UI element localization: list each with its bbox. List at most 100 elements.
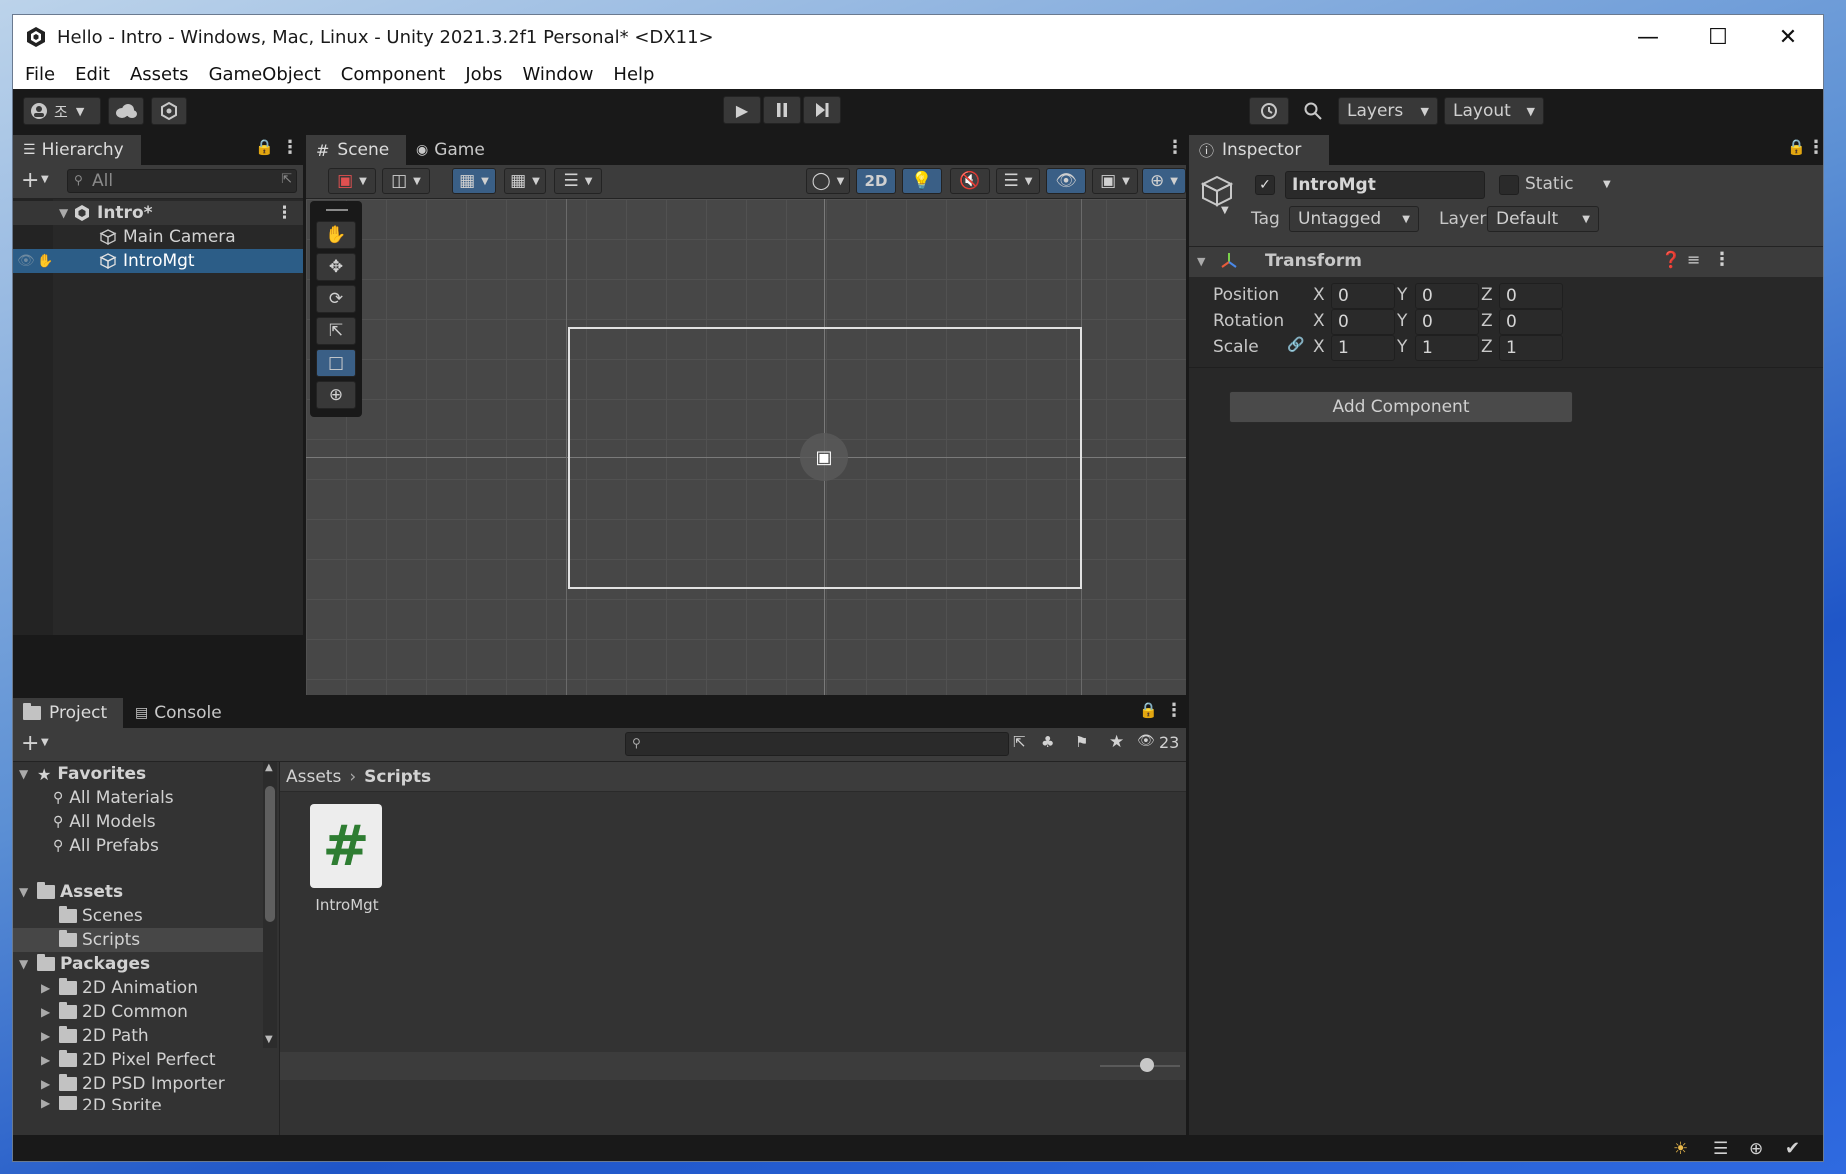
chevron-down-icon[interactable]: ▼	[41, 737, 49, 748]
camera-gizmo-icon[interactable]: ▣	[800, 433, 848, 481]
rotation-z-field[interactable]: 0	[1499, 309, 1563, 335]
scene-viewport[interactable]: ▣ ✋ ✥ ⟳ ⇱ □ ⊕	[306, 199, 1186, 695]
layers-dropdown[interactable]: Layers ▼	[1338, 97, 1438, 125]
collapse-arrow-icon[interactable]: ▶	[41, 1029, 55, 1043]
tab-game[interactable]: ◉ Game	[406, 135, 506, 165]
collapse-arrow-icon[interactable]: ▶	[41, 981, 55, 995]
minimize-button[interactable]: —	[1613, 15, 1683, 59]
gizmos-dropdown[interactable]: ⊕ ▼	[1142, 168, 1186, 194]
axis-y-label[interactable]: Y	[1397, 311, 1407, 331]
increment-snap-dropdown[interactable]: ☰ ▼	[554, 168, 602, 194]
tree-item-scripts[interactable]: Scripts	[13, 928, 263, 952]
collab-button[interactable]	[151, 97, 187, 125]
chevron-down-icon[interactable]: ▼	[1221, 205, 1229, 216]
more-options-icon[interactable]: ⋮	[1166, 137, 1184, 158]
hidden-packages-eye-icon[interactable]: 👁	[1137, 733, 1155, 749]
rotation-y-field[interactable]: 0	[1415, 309, 1479, 335]
tree-package-item[interactable]: ▶ 2D Path	[13, 1024, 263, 1048]
add-icon[interactable]: +	[21, 168, 39, 193]
scale-x-field[interactable]: 1	[1331, 335, 1395, 361]
close-button[interactable]: ✕	[1753, 15, 1823, 59]
scale-y-field[interactable]: 1	[1415, 335, 1479, 361]
layout-dropdown[interactable]: Layout ▼	[1444, 97, 1544, 125]
tree-package-item[interactable]: ▶ 2D Pixel Perfect	[13, 1048, 263, 1072]
project-search-input[interactable]: ⚲	[625, 732, 1009, 756]
chevron-down-icon[interactable]: ▼	[41, 174, 49, 185]
tree-item-all-models[interactable]: ⚲ All Models	[13, 810, 263, 834]
auto-generate-lighting-icon[interactable]: ☀	[1673, 1139, 1688, 1159]
axis-y-label[interactable]: Y	[1397, 337, 1407, 357]
object-name-input[interactable]: IntroMgt	[1285, 171, 1485, 199]
menu-assets[interactable]: Assets	[130, 64, 189, 85]
cache-server-icon[interactable]: ☰	[1713, 1139, 1728, 1159]
transform-tool-button[interactable]: ⊕	[316, 381, 356, 409]
menu-edit[interactable]: Edit	[75, 64, 110, 85]
constrain-proportions-link-icon[interactable]: 🔗	[1287, 337, 1304, 353]
network-icon[interactable]: ⊕	[1749, 1139, 1763, 1159]
tree-item-scenes[interactable]: Scenes	[13, 904, 263, 928]
scrollbar-thumb[interactable]	[265, 786, 275, 922]
transform-component-header[interactable]: ▼ Transform ❓ ≡ ⋮	[1189, 247, 1823, 277]
axis-z-label[interactable]: Z	[1481, 311, 1493, 331]
expand-arrow-icon[interactable]: ▼	[19, 767, 33, 781]
more-options-icon[interactable]: ⋮	[1807, 137, 1823, 158]
step-button[interactable]	[803, 96, 841, 124]
favorite-star-icon[interactable]: ★	[1109, 732, 1124, 752]
scale-z-field[interactable]: 1	[1499, 335, 1563, 361]
add-component-button[interactable]: Add Component	[1229, 391, 1573, 423]
tree-package-item[interactable]: ▶ 2D Common	[13, 1000, 263, 1024]
rect-tool-button[interactable]: □	[316, 349, 356, 377]
tool-handle-dropdown[interactable]: ▣ ▼	[328, 168, 376, 194]
expand-arrow-icon[interactable]: ▼	[59, 206, 73, 220]
axis-z-label[interactable]: Z	[1481, 285, 1493, 305]
more-options-icon[interactable]: ⋮	[276, 203, 293, 223]
grid-visibility-dropdown[interactable]: ▦ ▼	[504, 168, 546, 194]
position-x-field[interactable]: 0	[1331, 283, 1395, 309]
active-checkbox[interactable]: ✓	[1255, 175, 1275, 195]
grid-snap-toggle[interactable]: ▦ ▼	[452, 168, 496, 194]
effects-dropdown[interactable]: ☰ ▼	[996, 168, 1040, 194]
layer-dropdown[interactable]: Default ▼	[1487, 206, 1599, 232]
progress-check-icon[interactable]: ✔	[1785, 1138, 1800, 1159]
axis-y-label[interactable]: Y	[1397, 285, 1407, 305]
position-z-field[interactable]: 0	[1499, 283, 1563, 309]
hierarchy-item-main-camera[interactable]: Main Camera	[13, 225, 303, 249]
undo-history-button[interactable]	[1249, 97, 1289, 125]
help-icon[interactable]: ❓	[1661, 250, 1681, 269]
tree-item-all-materials[interactable]: ⚲ All Materials	[13, 786, 263, 810]
tag-dropdown[interactable]: Untagged ▼	[1289, 206, 1419, 232]
pivot-dropdown[interactable]: ◫ ▼	[382, 168, 430, 194]
tab-console[interactable]: ▤ Console	[125, 698, 235, 728]
filter-by-type-icon[interactable]: ♣	[1041, 733, 1054, 751]
hierarchy-search-input[interactable]: ⚲ All ⇱	[67, 169, 297, 193]
label-tag-icon[interactable]: ⚑	[1075, 733, 1088, 751]
rotate-tool-button[interactable]: ⟳	[316, 285, 356, 313]
hierarchy-scene-row[interactable]: ▼ Intro* ⋮	[13, 201, 303, 225]
tab-inspector[interactable]: ⓘ Inspector	[1189, 135, 1329, 165]
expand-search-icon[interactable]: ⇱	[1013, 733, 1026, 751]
menu-component[interactable]: Component	[341, 64, 446, 85]
tab-scene[interactable]: # Scene	[306, 135, 406, 165]
more-options-icon[interactable]: ⋮	[1713, 249, 1731, 270]
more-options-icon[interactable]: ⋮	[281, 137, 299, 158]
tree-packages[interactable]: ▼ Packages	[13, 952, 263, 976]
asset-item-intromgt[interactable]: # IntroMgt	[302, 804, 392, 914]
menu-window[interactable]: Window	[522, 64, 593, 85]
account-dropdown[interactable]: 조 ▼	[23, 97, 101, 125]
tree-scrollbar[interactable]: ▲ ▼	[263, 762, 277, 1048]
expand-arrow-icon[interactable]: ▼	[19, 885, 33, 899]
audio-toggle[interactable]: 🔇	[950, 168, 990, 194]
menu-jobs[interactable]: Jobs	[465, 64, 502, 85]
tree-package-item[interactable]: ▶ 2D Animation	[13, 976, 263, 1000]
tree-assets[interactable]: ▼ Assets	[13, 880, 263, 904]
scroll-up-arrow-icon[interactable]: ▲	[265, 762, 273, 773]
lock-icon[interactable]: 🔒	[1787, 138, 1806, 156]
static-checkbox[interactable]	[1499, 175, 1519, 195]
chevron-down-icon[interactable]: ▼	[1197, 255, 1205, 268]
tree-package-item[interactable]: ▶ 2D Sprite	[13, 1096, 263, 1110]
axis-x-label[interactable]: X	[1313, 337, 1325, 357]
expand-search-icon[interactable]: ⇱	[281, 172, 292, 187]
breadcrumb-scripts[interactable]: Scripts	[364, 767, 431, 787]
palette-grip[interactable]	[326, 209, 348, 211]
pick-hand-icon[interactable]: ✋	[37, 254, 53, 269]
